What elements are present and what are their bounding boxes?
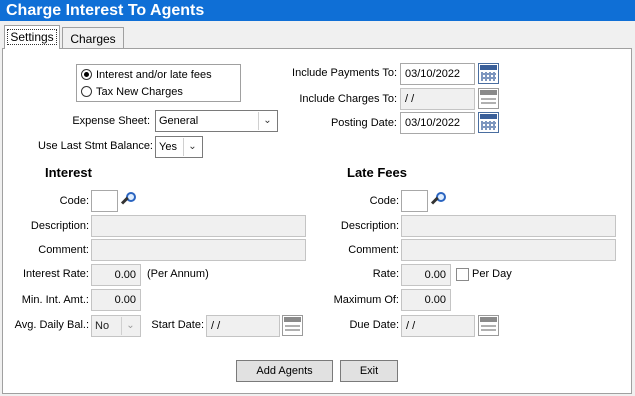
interest-rate-input[interactable]: 0.00 <box>91 264 141 286</box>
interest-description-label: Description: <box>30 220 89 232</box>
tab-settings-label: Settings <box>7 29 57 45</box>
late-fees-rate-input[interactable]: 0.00 <box>401 264 451 286</box>
calendar-icon[interactable] <box>478 112 499 133</box>
radio-tax-label: Tax New Charges <box>96 86 183 98</box>
calendar-icon[interactable] <box>282 315 303 336</box>
per-day-checkbox[interactable] <box>456 268 469 281</box>
late-fees-description-label: Description: <box>340 220 399 232</box>
include-payments-to-label: Include Payments To: <box>292 67 397 79</box>
expense-sheet-label: Expense Sheet: <box>72 115 150 127</box>
late-fees-heading: Late Fees <box>347 165 407 180</box>
radio-tax-new-charges[interactable]: Tax New Charges <box>81 84 183 100</box>
chevron-down-icon: ⌄ <box>121 317 139 335</box>
radio-selected-icon <box>81 69 92 80</box>
interest-comment-label: Comment: <box>38 244 89 256</box>
include-charges-to-label: Include Charges To: <box>299 93 397 105</box>
interest-description-input[interactable] <box>91 215 306 237</box>
use-last-stmt-balance-label: Use Last Stmt Balance: <box>38 140 153 152</box>
interest-heading: Interest <box>45 165 92 180</box>
chevron-down-icon: ⌄ <box>183 138 201 156</box>
exit-button[interactable]: Exit <box>340 360 398 382</box>
interest-comment-input[interactable] <box>91 239 306 261</box>
chevron-down-icon: ⌄ <box>258 112 276 130</box>
expense-sheet-value: General <box>159 115 199 127</box>
interest-code-input[interactable] <box>91 190 118 212</box>
charge-type-group: Interest and/or late fees Tax New Charge… <box>76 64 241 102</box>
interest-rate-label: Interest Rate: <box>22 268 89 280</box>
expense-sheet-select[interactable]: General ⌄ <box>155 110 278 132</box>
late-fees-description-input[interactable] <box>401 215 616 237</box>
avg-daily-bal-value: No <box>95 320 110 332</box>
min-int-amt-label: Min. Int. Amt.: <box>21 294 89 306</box>
late-fees-rate-label: Rate: <box>372 268 399 280</box>
magnifier-icon[interactable] <box>120 191 140 211</box>
due-date-label: Due Date: <box>349 319 399 331</box>
radio-interest-late-fees[interactable]: Interest and/or late fees <box>81 67 212 83</box>
maximum-of-label: Maximum Of: <box>333 294 399 306</box>
late-fees-comment-label: Comment: <box>348 244 399 256</box>
include-payments-to-input[interactable]: 03/10/2022 <box>400 63 475 85</box>
min-int-amt-input[interactable]: 0.00 <box>91 289 141 311</box>
avg-daily-bal-label: Avg. Daily Bal.: <box>14 319 89 331</box>
include-charges-to-input[interactable]: / / <box>400 88 475 110</box>
tab-charges-label: Charges <box>70 32 116 46</box>
per-day-label: Per Day <box>472 268 512 280</box>
use-last-stmt-balance-select[interactable]: Yes ⌄ <box>155 136 203 158</box>
due-date-input[interactable]: / / <box>401 315 475 337</box>
start-date-label: Start Date: <box>151 319 204 331</box>
avg-daily-bal-select[interactable]: No ⌄ <box>91 315 141 337</box>
magnifier-icon[interactable] <box>430 191 450 211</box>
interest-code-label: Code: <box>59 195 89 207</box>
late-fees-code-label: Code: <box>369 195 399 207</box>
radio-interest-label: Interest and/or late fees <box>96 69 212 81</box>
tab-settings[interactable]: Settings <box>4 25 60 49</box>
start-date-input[interactable]: / / <box>206 315 280 337</box>
calendar-icon[interactable] <box>478 63 499 84</box>
use-last-stmt-balance-value: Yes <box>159 141 177 153</box>
radio-unselected-icon <box>81 86 92 97</box>
tab-charges[interactable]: Charges <box>62 27 124 49</box>
maximum-of-input[interactable]: 0.00 <box>401 289 451 311</box>
add-agents-button[interactable]: Add Agents <box>236 360 333 382</box>
interest-rate-suffix: (Per Annum) <box>147 268 209 280</box>
posting-date-label: Posting Date: <box>330 117 397 129</box>
calendar-icon[interactable] <box>478 315 499 336</box>
calendar-icon[interactable] <box>478 88 499 109</box>
posting-date-input[interactable]: 03/10/2022 <box>400 112 475 134</box>
window-title: Charge Interest To Agents <box>0 0 635 21</box>
late-fees-code-input[interactable] <box>401 190 428 212</box>
late-fees-comment-input[interactable] <box>401 239 616 261</box>
